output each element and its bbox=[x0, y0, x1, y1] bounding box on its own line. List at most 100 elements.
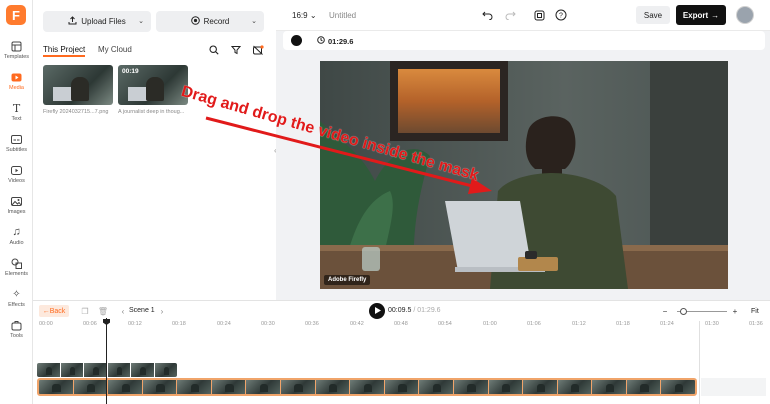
ruler-tick: 00:00 bbox=[39, 321, 53, 327]
project-title[interactable]: Untitled bbox=[329, 11, 356, 20]
main-video-clip[interactable] bbox=[37, 378, 697, 396]
rail-item-videos[interactable]: Videos bbox=[0, 162, 33, 192]
rail-item-effects[interactable]: ✧ Effects bbox=[0, 286, 33, 316]
thumbnail-caption: A journalist deep in thoug... bbox=[118, 109, 185, 115]
ruler-tick: 00:54 bbox=[438, 321, 452, 327]
rail-label: Elements bbox=[5, 271, 28, 277]
empty-track-area[interactable] bbox=[701, 378, 766, 396]
rail-item-text[interactable]: T Text bbox=[0, 100, 33, 130]
help-icon[interactable]: ? bbox=[554, 8, 568, 22]
annotation-text: Drag and drop the video inside the mask bbox=[179, 83, 481, 185]
overlay-video-clip[interactable] bbox=[37, 363, 177, 377]
tab-my-cloud[interactable]: My Cloud bbox=[98, 45, 132, 54]
ruler-tick: 01:12 bbox=[572, 321, 586, 327]
export-label: Export bbox=[682, 10, 709, 20]
media-thumbnail[interactable] bbox=[43, 65, 113, 105]
ruler-tick: 01:30 bbox=[705, 321, 719, 327]
app-logo[interactable]: F bbox=[6, 5, 26, 25]
images-icon bbox=[11, 195, 23, 207]
background-color-swatch[interactable] bbox=[291, 35, 302, 46]
aspect-ratio-value: 16:9 bbox=[292, 11, 308, 20]
record-label: Record bbox=[203, 17, 230, 26]
svg-text:?: ? bbox=[559, 13, 563, 20]
media-thumbnail[interactable]: 00:19 bbox=[118, 65, 188, 105]
record-button[interactable]: Record ⌄ bbox=[156, 11, 264, 32]
back-button[interactable]: ← Back bbox=[39, 305, 69, 317]
current-time: 00:09.5 bbox=[388, 307, 412, 314]
rail-label: Subtitles bbox=[5, 147, 28, 153]
ruler-tick: 01:00 bbox=[483, 321, 497, 327]
ruler-tick: 01:36 bbox=[749, 321, 763, 327]
chevron-down-icon[interactable]: ⌄ bbox=[138, 17, 144, 25]
time-ruler[interactable]: 00:00 00:06 00:12 00:18 00:24 00:30 00:3… bbox=[33, 321, 770, 333]
media-icon bbox=[11, 71, 23, 83]
rail-label: Templates bbox=[3, 54, 30, 60]
effects-icon: ✧ bbox=[12, 288, 21, 300]
ruler-tick: 00:42 bbox=[350, 321, 364, 327]
ruler-tick: 00:12 bbox=[128, 321, 142, 327]
adobe-firefly-badge: Adobe Firefly bbox=[324, 275, 371, 285]
videos-icon bbox=[11, 164, 23, 176]
rail-item-elements[interactable]: Elements bbox=[0, 255, 33, 285]
aspect-ratio-select[interactable]: 16:9 ⌄ bbox=[292, 11, 317, 20]
timeline: ← Back ❐ 🗑 ‹ Scene 1 › 00:09.5 / 01:29.6 … bbox=[33, 300, 770, 404]
hide-preview-icon[interactable] bbox=[250, 42, 266, 58]
logo-letter: F bbox=[12, 7, 20, 23]
trash-icon[interactable]: 🗑 bbox=[97, 305, 109, 317]
avatar[interactable] bbox=[736, 6, 754, 24]
chevron-left-icon[interactable]: ‹ bbox=[117, 305, 129, 317]
duration-control[interactable]: 01:29.6 bbox=[317, 36, 353, 46]
save-button[interactable]: Save bbox=[636, 6, 670, 24]
arrow-left-icon: ← bbox=[42, 307, 50, 315]
ruler-tick: 00:06 bbox=[83, 321, 97, 327]
rail-label: Effects bbox=[8, 302, 25, 308]
duplicate-icon[interactable]: ❐ bbox=[79, 305, 91, 317]
rail-item-audio[interactable]: ♫ Audio bbox=[0, 224, 33, 254]
rail-item-media[interactable]: Media bbox=[0, 69, 33, 99]
playback-time: 00:09.5 / 01:29.6 bbox=[388, 307, 441, 314]
rail-item-images[interactable]: Images bbox=[0, 193, 33, 223]
chevron-down-icon: ⌄ bbox=[309, 11, 317, 20]
left-rail: F Templates Media T Text Subtitles Video… bbox=[0, 0, 33, 404]
upload-files-button[interactable]: Upload Files ⌄ bbox=[43, 11, 151, 32]
ruler-tick: 00:24 bbox=[217, 321, 231, 327]
undo-icon[interactable] bbox=[480, 8, 494, 22]
export-button[interactable]: Export → bbox=[676, 5, 726, 25]
ruler-tick: 00:30 bbox=[261, 321, 275, 327]
rail-label: Audio bbox=[9, 240, 24, 246]
fit-button[interactable]: Fit bbox=[751, 308, 759, 315]
templates-icon bbox=[11, 40, 23, 52]
zoom-out-icon[interactable]: − bbox=[659, 305, 671, 317]
filter-icon[interactable] bbox=[228, 42, 244, 58]
elements-icon bbox=[11, 257, 23, 269]
playhead[interactable] bbox=[106, 318, 107, 404]
ruler-tick: 01:06 bbox=[527, 321, 541, 327]
clock-icon bbox=[317, 36, 325, 46]
search-icon[interactable] bbox=[206, 42, 222, 58]
play-icon bbox=[374, 306, 381, 316]
ruler-tick: 00:18 bbox=[172, 321, 186, 327]
rail-item-subtitles[interactable]: Subtitles bbox=[0, 131, 33, 161]
timeline-end-marker bbox=[699, 321, 700, 404]
duration-value: 01:29.6 bbox=[328, 36, 354, 46]
scene-label: Scene 1 bbox=[129, 307, 155, 314]
zoom-slider-handle[interactable] bbox=[680, 308, 687, 315]
thumbnail-caption: Firefly 2024032715...7.png bbox=[43, 109, 109, 115]
redo-icon[interactable] bbox=[503, 8, 517, 22]
arrow-right-icon: → bbox=[711, 10, 720, 20]
play-button[interactable] bbox=[369, 303, 385, 319]
canvas-toolbar: 01:29.6 bbox=[283, 31, 765, 50]
record-icon bbox=[190, 16, 200, 27]
audio-icon: ♫ bbox=[12, 226, 21, 238]
chevron-right-icon[interactable]: › bbox=[156, 305, 168, 317]
rail-item-templates[interactable]: Templates bbox=[0, 38, 33, 68]
rail-label: Images bbox=[7, 209, 26, 215]
rail-item-tools[interactable]: Tools bbox=[0, 317, 33, 347]
zoom-in-icon[interactable]: + bbox=[729, 305, 741, 317]
chevron-down-icon[interactable]: ⌄ bbox=[251, 17, 257, 25]
rail-label: Tools bbox=[10, 333, 23, 339]
total-time: / 01:29.6 bbox=[413, 307, 441, 314]
crop-screen-icon[interactable] bbox=[532, 8, 546, 22]
tab-this-project[interactable]: This Project bbox=[43, 45, 86, 57]
rail-label: Videos bbox=[8, 178, 25, 184]
